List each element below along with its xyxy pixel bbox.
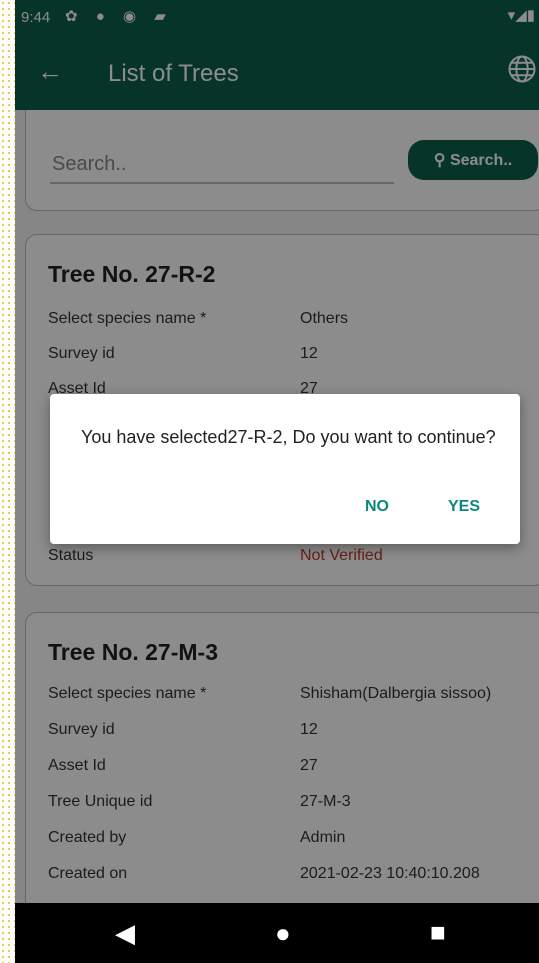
phone-screen: 9:44 ✿ ● ◉ ▰ ▾◢▮ ← List of Trees ⚲ Searc… — [15, 0, 539, 963]
dialog-message: You have selected27-R-2, Do you want to … — [81, 427, 496, 447]
no-button[interactable]: NO — [365, 498, 389, 516]
yes-button[interactable]: YES — [448, 498, 480, 516]
nav-home-icon[interactable]: ● — [275, 918, 291, 949]
confirm-dialog: You have selected27-R-2, Do you want to … — [50, 394, 520, 544]
nav-back-icon[interactable]: ◀ — [115, 918, 135, 949]
system-nav-bar: ◀ ● ■ — [15, 903, 539, 963]
left-decoration — [0, 0, 15, 963]
nav-recents-icon[interactable]: ■ — [430, 917, 446, 948]
